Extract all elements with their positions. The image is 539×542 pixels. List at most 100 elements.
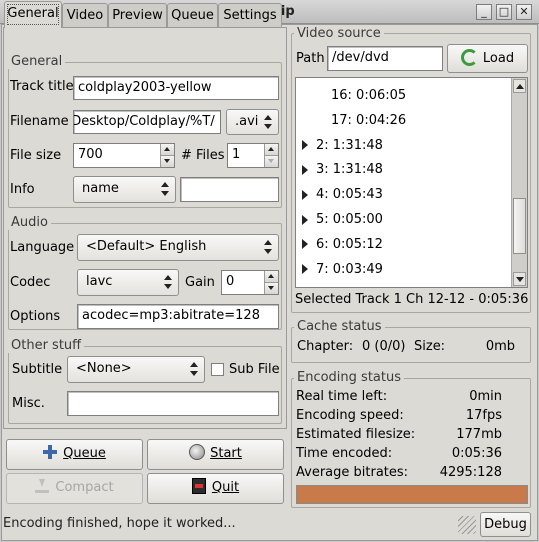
size-value: 0mb (485, 339, 515, 354)
expander-arrow-icon[interactable] (302, 140, 308, 151)
codec-label: Codec (10, 275, 51, 290)
close-button[interactable]: ✕ (516, 4, 532, 20)
track-title-input[interactable]: coldplay2003-yellow (73, 76, 279, 100)
compact-button[interactable]: Compact (6, 473, 143, 504)
encoding-stat-label: Estimated filesize: (296, 427, 416, 442)
size-label: Size: (414, 339, 446, 354)
scroll-up-button[interactable] (513, 79, 526, 93)
load-button[interactable]: Load (447, 44, 528, 73)
extension-value: .avi (235, 114, 259, 129)
options-input[interactable]: acodec=mp3:abitrate=128 (77, 304, 279, 329)
files-down-button[interactable] (264, 155, 278, 167)
tab-general[interactable]: General (4, 1, 62, 28)
filesize-up-button[interactable] (160, 144, 174, 156)
encoding-stat-value: 177mb (456, 427, 502, 442)
misc-input[interactable] (67, 391, 279, 416)
gain-label: Gain (185, 275, 215, 290)
filename-input[interactable]: /Desktop/Coldplay/%T (73, 110, 221, 134)
expander-arrow-icon[interactable] (302, 239, 308, 250)
path-label: Path (296, 51, 325, 66)
chapter-value: 0 (0/0) (362, 339, 406, 354)
start-button[interactable]: Start (147, 439, 284, 470)
start-icon (189, 444, 206, 460)
general-legend: General (8, 54, 66, 69)
language-label: Language (10, 240, 75, 255)
tab-settings[interactable]: Settings (218, 3, 282, 27)
expander-arrow-icon[interactable] (302, 214, 308, 225)
path-input[interactable]: /dev/dvd (327, 46, 443, 71)
resize-grip-icon[interactable] (458, 516, 476, 534)
encoding-stat-label: Time encoded: (296, 446, 393, 461)
track-label: 6: 0:05:12 (316, 236, 383, 252)
codec-select[interactable]: lavc (77, 269, 179, 296)
track-list[interactable]: 16: 0:06:05 17: 0:04:26 2: 1:31:48 3: 1:31:… (295, 77, 528, 288)
track-row[interactable]: 2: 1:31:48 (302, 136, 502, 156)
encoding-stat-label: Real time left: (296, 389, 388, 404)
encoding-progress-bar (296, 485, 528, 504)
track-row[interactable]: 6: 0:05:12 (302, 235, 502, 255)
encoding-status-legend: Encoding status (294, 370, 404, 385)
files-label: # Files (181, 148, 225, 163)
maximize-button[interactable]: □ (496, 4, 512, 20)
chapter-label: Chapter: (297, 339, 354, 354)
files-spinner[interactable]: 1 (227, 143, 279, 168)
language-value: <Default> English (86, 239, 207, 254)
track-row[interactable]: 4: 0:05:43 (302, 185, 502, 205)
info-select[interactable]: name (73, 176, 176, 203)
encoding-stat-value: 17fps (465, 408, 502, 423)
subtitle-select[interactable]: <None> (67, 356, 205, 383)
subtitle-label: Subtitle (12, 362, 63, 377)
track-row[interactable]: 5: 0:05:00 (302, 210, 502, 230)
video-source-legend: Video source (294, 26, 384, 41)
exit-door-icon (191, 478, 206, 494)
scroll-down-button[interactable] (513, 272, 526, 286)
select-arrows-icon (190, 362, 198, 376)
debug-button[interactable]: Debug (480, 512, 531, 537)
encoding-stat-value: 0:05:36 (451, 446, 502, 461)
expander-arrow-icon[interactable] (302, 189, 308, 200)
track-label: 16: 0:06:05 (331, 88, 407, 103)
compact-button-label: Compact (55, 480, 114, 495)
minimize-button[interactable]: _ (476, 4, 492, 20)
cache-status-legend: Cache status (294, 319, 385, 334)
language-select[interactable]: <Default> English (77, 234, 279, 261)
gain-up-button[interactable] (264, 271, 278, 283)
info-value: name (82, 181, 119, 196)
gain-down-button[interactable] (264, 282, 278, 294)
subtitle-value: <None> (76, 361, 132, 376)
extension-select[interactable]: .avi (226, 109, 279, 135)
tab-preview[interactable]: Preview (108, 3, 167, 27)
track-label: 5: 0:05:00 (316, 212, 383, 227)
filesize-down-button[interactable] (160, 155, 174, 167)
quit-button[interactable]: Quit (147, 473, 284, 504)
track-row[interactable]: 7: 0:03:49 (302, 260, 502, 280)
other-legend: Other stuff (8, 338, 85, 353)
info-input[interactable] (180, 177, 279, 202)
queue-button[interactable]: Queue (6, 439, 143, 470)
subfile-checkbox[interactable] (211, 363, 224, 376)
misc-label: Misc. (12, 396, 45, 411)
selected-track-text: Selected Track 1 Ch 12-12 - 0:05:36 (295, 292, 529, 307)
scroll-thumb[interactable] (513, 198, 526, 254)
track-row[interactable]: 3: 1:31:48 (302, 160, 502, 180)
track-label: 2: 1:31:48 (316, 137, 383, 153)
gain-value: 0 (226, 274, 235, 289)
start-button-label: Start (210, 446, 242, 461)
plus-icon (43, 445, 58, 459)
encoding-stat-label: Encoding speed: (296, 408, 404, 423)
compact-icon (35, 479, 50, 493)
track-row[interactable]: 16: 0:06:05 (331, 86, 527, 106)
files-up-button[interactable] (264, 144, 278, 156)
expander-arrow-icon[interactable] (302, 264, 308, 275)
filesize-value: 700 (78, 147, 103, 162)
track-label: 7: 0:03:49 (316, 261, 383, 277)
track-list-scrollbar[interactable] (511, 78, 527, 287)
track-row[interactable]: 17: 0:04:26 (331, 111, 527, 131)
track-label: 4: 0:05:43 (316, 187, 383, 203)
gain-spinner[interactable]: 0 (221, 270, 279, 295)
tab-queue[interactable]: Queue (167, 3, 218, 27)
codec-value: lavc (86, 274, 113, 289)
tab-video[interactable]: Video (62, 3, 108, 27)
filesize-spinner[interactable]: 700 (73, 143, 175, 168)
expander-arrow-icon[interactable] (302, 164, 308, 175)
